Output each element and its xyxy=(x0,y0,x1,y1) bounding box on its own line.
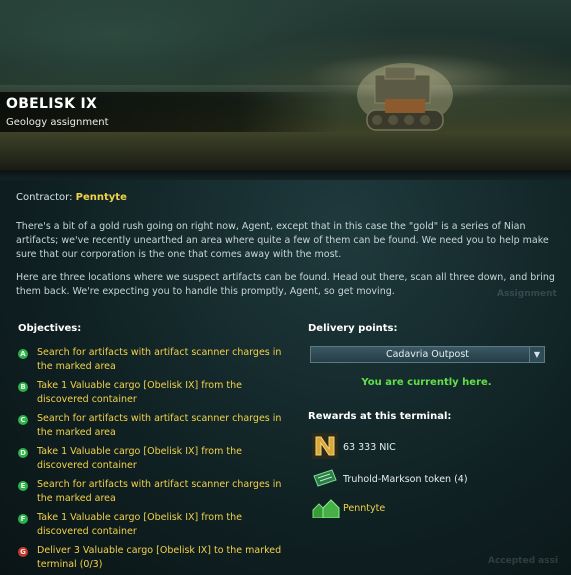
objective-item: F Take 1 Valuable cargo [Obelisk IX] fro… xyxy=(16,511,286,539)
objective-item: C Search for artifacts with artifact sca… xyxy=(16,412,286,440)
objective-text: Take 1 Valuable cargo [Obelisk IX] from … xyxy=(37,512,242,537)
token-icon xyxy=(313,469,337,487)
reputation-up-icon xyxy=(312,499,340,518)
delivery-points-heading: Delivery points: xyxy=(308,323,398,334)
objective-item: G Deliver 3 Valuable cargo [Obelisk IX] … xyxy=(16,544,286,572)
mission-banner: OBELISK IX Geology assignment xyxy=(0,0,571,171)
background-accepted-text: Accepted assi xyxy=(488,556,559,566)
mission-title: OBELISK IX xyxy=(6,96,98,112)
objective-status-icon: E xyxy=(18,481,28,491)
description-paragraph-1: There's a bit of a gold rush going on ri… xyxy=(16,221,549,260)
objective-status-icon: D xyxy=(18,448,28,458)
delivery-point-selected: Cadavria Outpost xyxy=(385,349,470,360)
reward-reputation-corp[interactable]: Penntyte xyxy=(343,503,385,514)
objective-text: Search for artifacts with artifact scann… xyxy=(37,347,282,372)
mission-subtitle: Geology assignment xyxy=(6,117,109,128)
reward-token-name: Truhold-Markson token (4) xyxy=(343,474,468,485)
current-location-status: You are currently here. xyxy=(361,377,492,388)
objective-item: A Search for artifacts with artifact sca… xyxy=(16,346,286,374)
description-paragraph-2: Here are three locations where we suspec… xyxy=(16,272,555,297)
mission-window: OBELISK IX Geology assignment Contractor… xyxy=(0,0,571,575)
banner-separator xyxy=(0,170,571,180)
contractor-label: Contractor: xyxy=(16,192,73,203)
objective-item: B Take 1 Valuable cargo [Obelisk IX] fro… xyxy=(16,379,286,407)
reward-nic-amount: 63 333 NIC xyxy=(343,442,396,453)
objective-item: E Search for artifacts with artifact sca… xyxy=(16,478,286,506)
objectives-heading: Objectives: xyxy=(18,323,82,334)
robot-vehicle-icon xyxy=(357,63,453,131)
objective-status-icon: C xyxy=(18,415,28,425)
contractor-name[interactable]: Penntyte xyxy=(76,192,127,203)
objective-text: Search for artifacts with artifact scann… xyxy=(37,413,282,438)
objective-status-icon: G xyxy=(18,547,28,557)
objective-text: Deliver 3 Valuable cargo [Obelisk IX] to… xyxy=(37,545,282,570)
contractor-line: Contractor: Penntyte xyxy=(16,192,127,203)
nic-currency-icon xyxy=(312,433,338,459)
objective-text: Take 1 Valuable cargo [Obelisk IX] from … xyxy=(37,380,242,405)
objective-status-icon: B xyxy=(18,382,28,392)
objective-text: Search for artifacts with artifact scann… xyxy=(37,479,282,504)
objective-text: Take 1 Valuable cargo [Obelisk IX] from … xyxy=(37,446,242,471)
objectives-list: A Search for artifacts with artifact sca… xyxy=(16,346,286,575)
background-assignment-text: Assignment xyxy=(497,289,557,299)
objective-status-icon: A xyxy=(18,349,28,359)
objective-status-icon: F xyxy=(18,514,28,524)
chevron-down-icon[interactable]: ▼ xyxy=(529,347,544,362)
delivery-point-select[interactable]: Cadavria Outpost ▼ xyxy=(310,346,545,363)
rewards-heading: Rewards at this terminal: xyxy=(308,411,452,422)
objective-item: D Take 1 Valuable cargo [Obelisk IX] fro… xyxy=(16,445,286,473)
